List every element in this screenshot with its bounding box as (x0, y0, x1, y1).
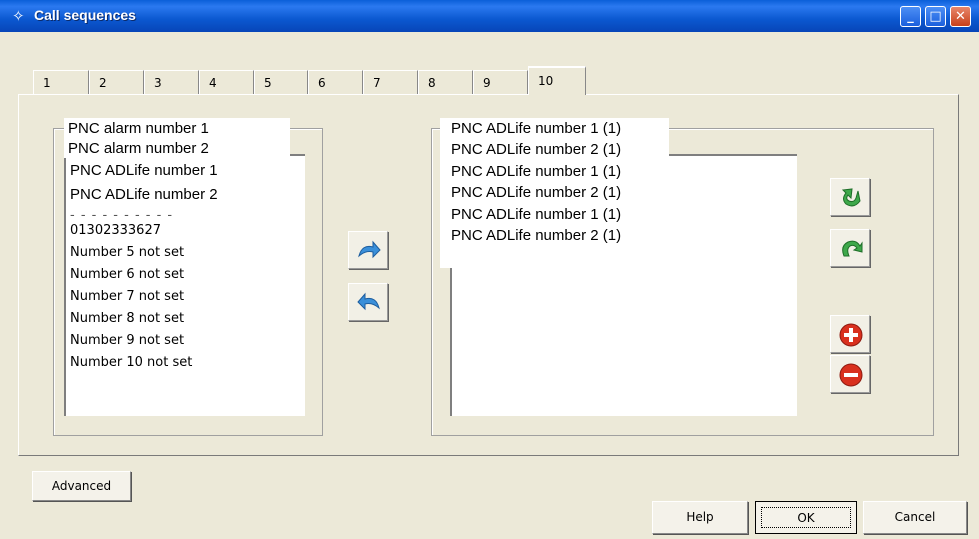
list-item[interactable]: PNC ADLife number 2 (1) (451, 141, 621, 158)
window-title: Call sequences (34, 7, 136, 23)
close-icon[interactable]: ✕ (950, 6, 971, 27)
list-item-partial: - - - - - - - - - - (70, 208, 174, 223)
wrench-icon: ✧ (12, 7, 25, 25)
tab-4[interactable]: 4 (199, 70, 254, 94)
overlay-item: PNC alarm number 2 (64, 140, 290, 158)
list-item[interactable]: PNC ADLife number 2 (70, 186, 218, 203)
add-button[interactable] (830, 315, 870, 353)
list-item[interactable]: Number 9 not set (70, 333, 184, 348)
tab-5[interactable]: 5 (254, 70, 308, 94)
ok-button[interactable]: OK (755, 501, 857, 534)
plus-icon (839, 323, 863, 347)
list-item[interactable]: Number 8 not set (70, 311, 184, 326)
tab-3[interactable]: 3 (144, 70, 199, 94)
list-item[interactable]: PNC ADLife number 1 (1) (451, 206, 621, 223)
move-right-button[interactable] (348, 231, 388, 269)
move-up-button[interactable] (830, 178, 870, 216)
advanced-button[interactable]: Advanced (32, 471, 131, 501)
list-item[interactable]: Number 7 not set (70, 289, 184, 304)
minimize-icon[interactable]: _ (900, 6, 921, 27)
arrow-left-icon (357, 292, 380, 311)
ok-button-label: OK (761, 507, 851, 528)
help-button[interactable]: Help (652, 501, 748, 534)
tab-10[interactable]: 10 (528, 66, 586, 95)
list-item[interactable]: Number 5 not set (70, 245, 184, 260)
overlay-item: PNC alarm number 1 (64, 118, 290, 140)
call-sequences-window: ✧ Call sequences _ □ ✕ 1 2 3 4 5 6 7 8 9… (0, 0, 979, 539)
cancel-button[interactable]: Cancel (863, 501, 967, 534)
remove-button[interactable] (830, 355, 870, 393)
tab-9[interactable]: 9 (473, 70, 528, 94)
tab-6[interactable]: 6 (308, 70, 363, 94)
available-numbers-list[interactable]: PNC ADLife number 1 PNC ADLife number 2 … (64, 154, 305, 416)
list-item[interactable]: PNC ADLife number 1 (1) (451, 120, 621, 137)
arrow-right-icon (358, 240, 381, 259)
move-left-button[interactable] (348, 283, 388, 321)
rotate-down-icon (842, 240, 863, 257)
tab-7[interactable]: 7 (363, 70, 418, 94)
list-item[interactable]: PNC ADLife number 2 (1) (451, 227, 621, 244)
list-item[interactable]: PNC ADLife number 1 (70, 162, 218, 179)
list-item[interactable]: Number 6 not set (70, 267, 184, 282)
sequence-items: PNC ADLife number 1 (1) PNC ADLife numbe… (440, 118, 669, 268)
tab-2[interactable]: 2 (89, 70, 144, 94)
move-down-button[interactable] (830, 229, 870, 267)
title-bar[interactable]: ✧ Call sequences _ □ ✕ (0, 0, 979, 32)
maximize-icon[interactable]: □ (925, 6, 946, 27)
tab-8[interactable]: 8 (418, 70, 473, 94)
minus-icon (839, 363, 863, 387)
list-item[interactable]: 01302333627 (70, 223, 161, 238)
list-item[interactable]: PNC ADLife number 1 (1) (451, 163, 621, 180)
rotate-up-icon (841, 188, 861, 207)
tab-1[interactable]: 1 (33, 70, 89, 94)
list-item[interactable]: Number 10 not set (70, 355, 192, 370)
list-item[interactable]: PNC ADLife number 2 (1) (451, 184, 621, 201)
